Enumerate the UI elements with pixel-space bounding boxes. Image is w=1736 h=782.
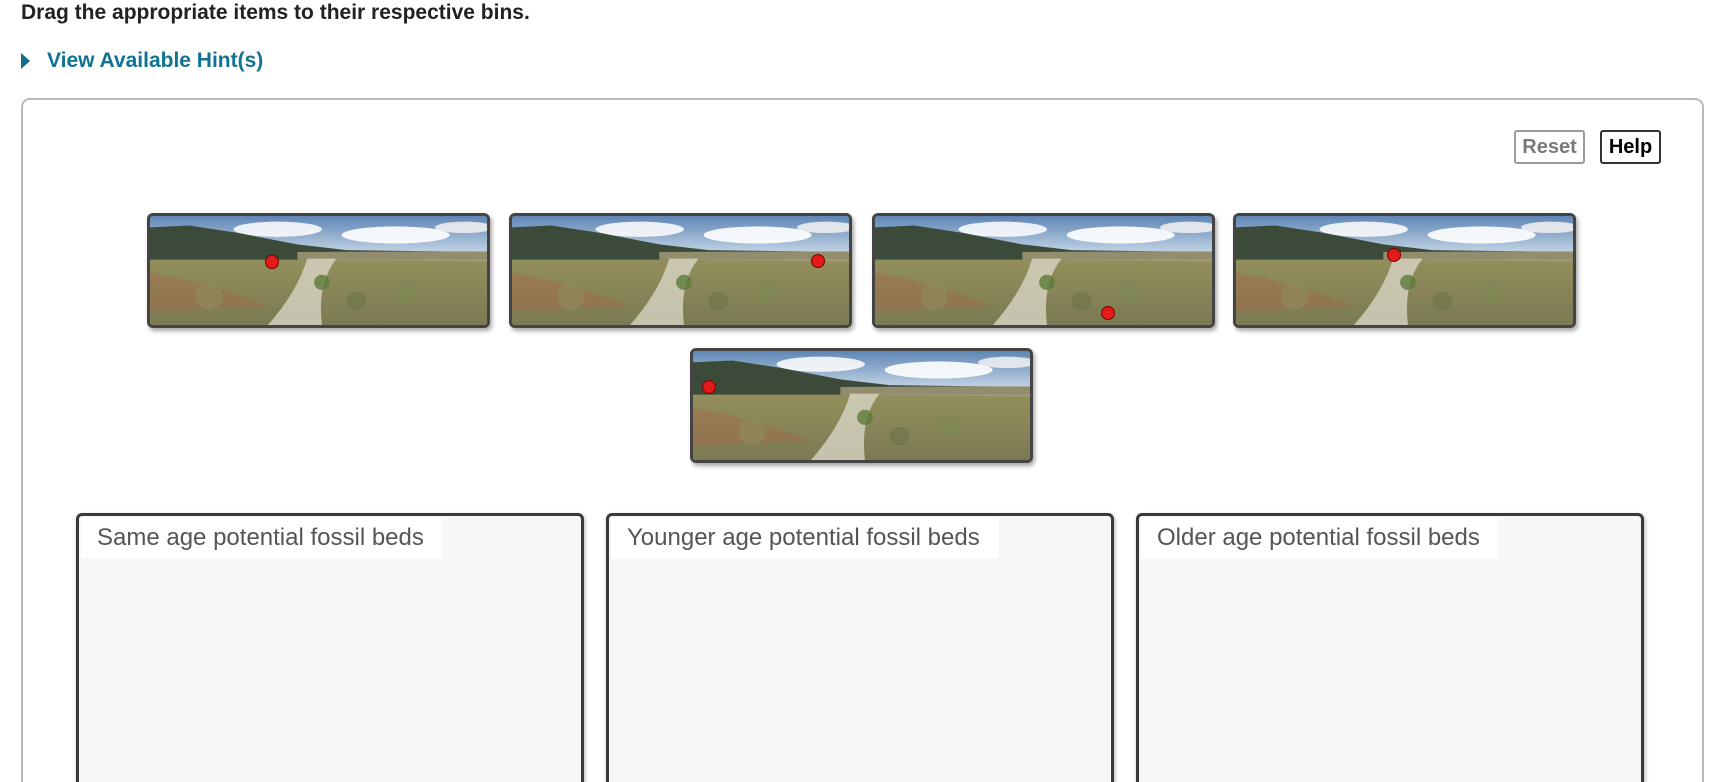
red-dot-marker-icon <box>702 380 716 394</box>
view-hints-label[interactable]: View Available Hint(s) <box>47 49 263 73</box>
landscape-image <box>150 216 487 325</box>
caret-right-icon <box>21 53 30 69</box>
landscape-image <box>693 351 1030 460</box>
bin-title: Younger age potential fossil beds <box>611 518 998 558</box>
bin-title: Older age potential fossil beds <box>1141 518 1498 558</box>
landscape-image <box>512 216 849 325</box>
draggable-item-1[interactable] <box>147 213 490 328</box>
reset-button[interactable]: Reset <box>1514 130 1585 164</box>
red-dot-marker-icon <box>1387 248 1401 262</box>
red-dot-marker-icon <box>1101 306 1115 320</box>
draggable-item-4[interactable] <box>1233 213 1576 328</box>
draggable-item-5[interactable] <box>690 348 1033 463</box>
instruction-text: Drag the appropriate items to their resp… <box>21 1 530 24</box>
draggable-item-2[interactable] <box>509 213 852 328</box>
page: Drag the appropriate items to their resp… <box>0 0 1736 782</box>
landscape-image <box>1236 216 1573 325</box>
draggable-item-3[interactable] <box>872 213 1215 328</box>
bin-title: Same age potential fossil beds <box>81 518 442 558</box>
landscape-image <box>875 216 1212 325</box>
red-dot-marker-icon <box>265 255 279 269</box>
red-dot-marker-icon <box>811 254 825 268</box>
bin-same-age[interactable]: Same age potential fossil beds <box>76 513 584 782</box>
help-button[interactable]: Help <box>1600 130 1661 164</box>
bin-younger-age[interactable]: Younger age potential fossil beds <box>606 513 1114 782</box>
view-hints-toggle[interactable]: View Available Hint(s) <box>21 49 263 73</box>
bin-older-age[interactable]: Older age potential fossil beds <box>1136 513 1644 782</box>
